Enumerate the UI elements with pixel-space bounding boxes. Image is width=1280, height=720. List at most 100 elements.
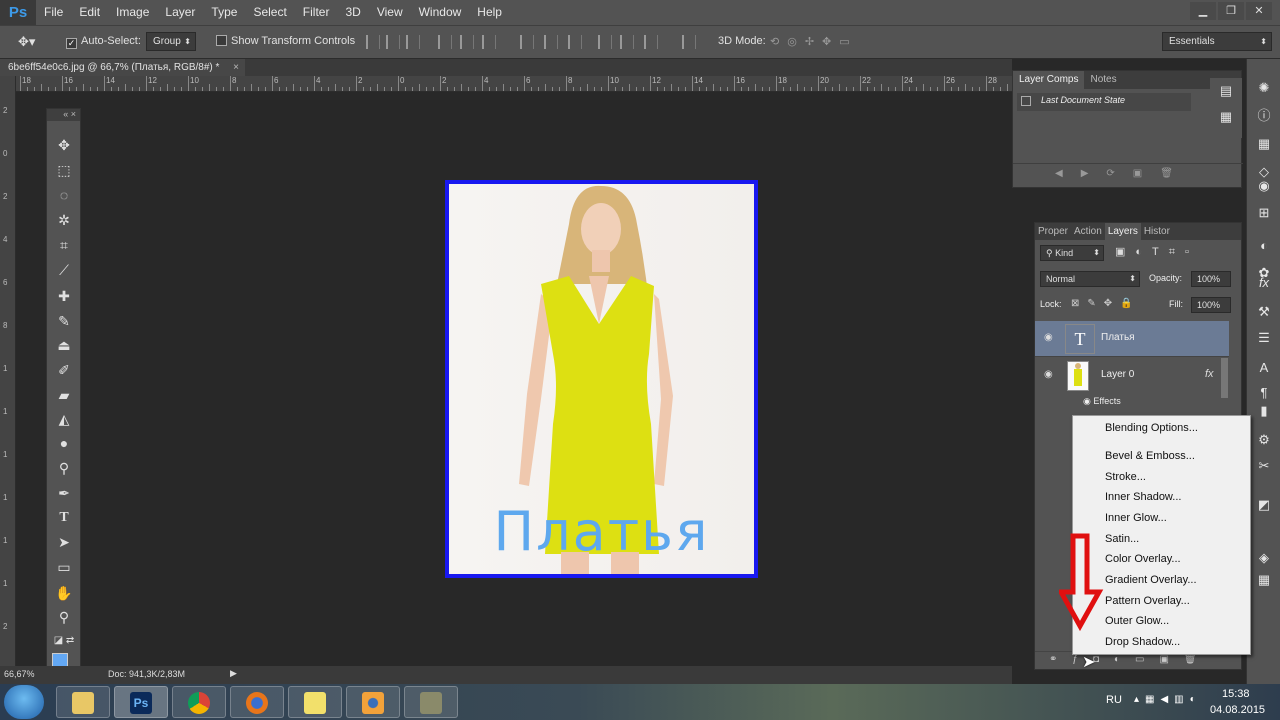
default-colors-icon[interactable]: ◪ ⇄ — [53, 631, 75, 651]
start-button[interactable] — [4, 685, 44, 719]
align-left-icon[interactable] — [438, 35, 452, 49]
distribute-bottom-icon[interactable] — [568, 35, 582, 49]
adjustments-icon[interactable]: ◐ — [1255, 237, 1273, 255]
fx-icon[interactable]: fx — [1255, 274, 1273, 292]
menu-layer[interactable]: Layer — [157, 0, 203, 25]
menu-view[interactable]: View — [369, 0, 411, 25]
layer-row-image[interactable]: ◉ Layer 0 fx — [1035, 358, 1229, 394]
menu-select[interactable]: Select — [245, 0, 294, 25]
magic-wand-tool-icon[interactable]: ✲ — [53, 210, 75, 230]
menu-inner-shadow[interactable]: Inner Shadow... — [1105, 491, 1181, 503]
blur-tool-icon[interactable]: ● — [53, 433, 75, 453]
tool-presets-icon[interactable]: ⚒ — [1255, 303, 1273, 321]
lock-icons[interactable]: ⊠✎✥🔒 — [1071, 298, 1141, 309]
swatches-icon[interactable]: ▦ — [1255, 135, 1273, 153]
type-tool-icon[interactable]: T — [53, 508, 75, 528]
paths-icon[interactable]: ✂ — [1255, 457, 1273, 475]
lasso-tool-icon[interactable]: ◌ — [53, 185, 75, 205]
opacity-field[interactable]: 100% — [1191, 271, 1231, 287]
taskbar-photoshop[interactable]: Ps — [114, 686, 168, 718]
taskbar-app-other[interactable] — [404, 686, 458, 718]
menu-file[interactable]: File — [36, 0, 71, 25]
menu-edit[interactable]: Edit — [71, 0, 108, 25]
auto-select-checkbox[interactable]: ✓ Auto-Select: — [66, 35, 141, 49]
fx-badge-icon[interactable]: fx — [1205, 368, 1214, 380]
tray-icons[interactable]: ▴▦◀▥◐ — [1134, 694, 1202, 705]
info-icon[interactable]: ⓘ — [1255, 107, 1273, 125]
menu-color-overlay[interactable]: Color Overlay... — [1105, 553, 1181, 565]
eraser-tool-icon[interactable]: ▰ — [53, 385, 75, 405]
kind-filter-dropdown[interactable]: ⚲ Kind ⬍ — [1040, 245, 1104, 261]
menu-type[interactable]: Type — [203, 0, 245, 25]
minimize-button[interactable]: ▁ — [1190, 2, 1216, 20]
sliders-icon[interactable]: ☰ — [1255, 329, 1273, 347]
fill-field[interactable]: 100% — [1191, 297, 1231, 313]
grid-icon[interactable]: ⊞ — [1255, 204, 1273, 222]
taskbar-explorer[interactable] — [56, 686, 110, 718]
show-transform-checkbox[interactable]: Show Transform Controls — [216, 35, 355, 47]
layer-filter-icons[interactable]: ▣◐T⌗▫ — [1115, 245, 1199, 259]
align-vcenter-icon[interactable] — [386, 35, 400, 49]
rectangle-tool-icon[interactable]: ▭ — [53, 557, 75, 577]
history-panel-icon[interactable]: ▤ — [1217, 82, 1235, 100]
tab-notes[interactable]: Notes — [1084, 71, 1122, 89]
layer-name[interactable]: Layer 0 — [1101, 369, 1134, 380]
visibility-eye-icon[interactable]: ◉ — [1044, 370, 1056, 380]
character-icon[interactable]: A — [1255, 359, 1273, 377]
taskbar-app-eye[interactable] — [346, 686, 400, 718]
paint-bucket-tool-icon[interactable]: ◭ — [53, 409, 75, 429]
align-hcenter-icon[interactable] — [460, 35, 474, 49]
hand-tool-icon[interactable]: ✋ — [53, 583, 75, 603]
menu-bevel-emboss[interactable]: Bevel & Emboss... — [1105, 450, 1195, 462]
menu-help[interactable]: Help — [469, 0, 510, 25]
auto-select-dropdown[interactable]: Group ⬍ — [146, 32, 196, 51]
paragraph-icon[interactable]: ¶ — [1255, 384, 1273, 402]
align-right-icon[interactable] — [482, 35, 496, 49]
menu-outer-glow[interactable]: Outer Glow... — [1105, 615, 1169, 627]
menu-image[interactable]: Image — [108, 0, 157, 25]
timeline-icon[interactable]: ▦ — [1255, 571, 1273, 589]
menu-blending-options[interactable]: Blending Options... — [1105, 422, 1198, 434]
layers-scrollbar[interactable] — [1221, 358, 1228, 398]
brush-tool-icon[interactable]: ✎ — [53, 311, 75, 331]
tab-actions[interactable]: Action — [1071, 223, 1105, 240]
distribute-right-icon[interactable] — [644, 35, 658, 49]
last-document-state[interactable]: Last Document State — [1041, 95, 1125, 105]
menu-gradient-overlay[interactable]: Gradient Overlay... — [1105, 574, 1197, 586]
layers-panel-icon[interactable]: ◈ — [1255, 549, 1273, 567]
distribute-top-icon[interactable] — [520, 35, 534, 49]
properties-panel-icon[interactable]: ▦ — [1217, 108, 1235, 126]
document-canvas[interactable]: Платья — [445, 180, 758, 578]
path-selection-tool-icon[interactable]: ➤ — [53, 532, 75, 552]
crop-tool-icon[interactable]: ⌗ — [53, 235, 75, 255]
eyedropper-tool-icon[interactable]: ⟋ — [53, 260, 75, 280]
align-top-icon[interactable] — [366, 35, 380, 49]
close-button[interactable]: ✕ — [1246, 2, 1272, 20]
menu-3d[interactable]: 3D — [337, 0, 368, 25]
clone-stamp-tool-icon[interactable]: ⏏ — [53, 335, 75, 355]
3d-mode-icons[interactable]: ⟲◎✢✥▭ — [770, 35, 858, 48]
document-tab[interactable]: 6be6ff54e0c6.jpg @ 66,7% (Платья, RGB/8#… — [0, 59, 245, 76]
clock-date[interactable]: 04.08.2015 — [1210, 704, 1265, 716]
clone-source-icon[interactable]: ⚙ — [1255, 431, 1273, 449]
layer-name[interactable]: Платья — [1101, 332, 1135, 343]
distribute-hcenter-icon[interactable] — [620, 35, 634, 49]
menu-satin[interactable]: Satin... — [1105, 533, 1139, 545]
eye-icon[interactable]: ◉ — [1083, 396, 1091, 406]
taskbar-chrome[interactable] — [172, 686, 226, 718]
clock-time[interactable]: 15:38 — [1222, 688, 1250, 700]
healing-brush-tool-icon[interactable]: ✚ — [53, 286, 75, 306]
auto-align-icon[interactable] — [682, 35, 696, 49]
distribute-left-icon[interactable] — [598, 35, 612, 49]
tab-layers[interactable]: Layers — [1104, 223, 1141, 240]
layer-row-text[interactable]: ◉ T Платья — [1035, 321, 1229, 357]
channels-icon[interactable]: ◩ — [1255, 496, 1273, 514]
pen-tool-icon[interactable]: ✒ — [53, 483, 75, 503]
align-bottom-icon[interactable] — [406, 35, 420, 49]
close-tab-icon[interactable]: × — [233, 59, 239, 76]
tab-layer-comps[interactable]: Layer Comps — [1013, 71, 1085, 89]
blend-mode-dropdown[interactable]: Normal ⬍ — [1040, 271, 1140, 287]
menu-filter[interactable]: Filter — [295, 0, 338, 25]
dodge-tool-icon[interactable]: ⚲ — [53, 458, 75, 478]
color-wheel-icon[interactable]: ✺ — [1255, 79, 1273, 97]
